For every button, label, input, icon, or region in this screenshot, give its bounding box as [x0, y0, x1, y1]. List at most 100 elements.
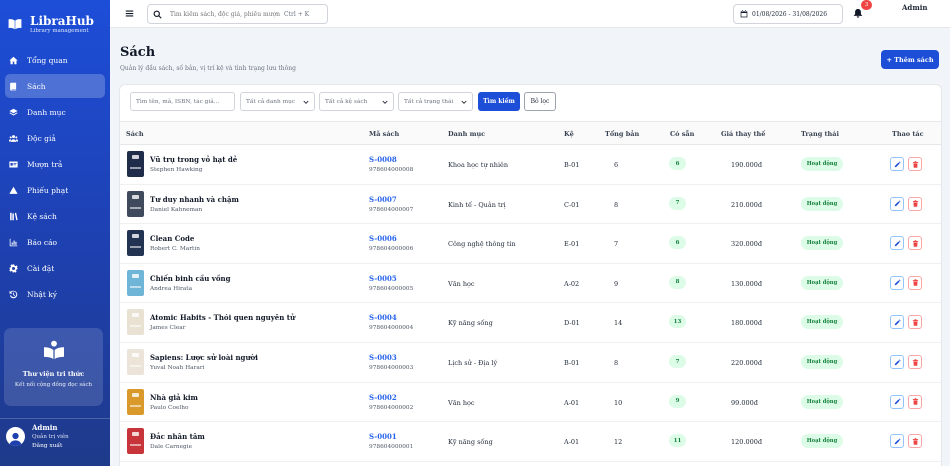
category-select[interactable]: Tất cả danh mục	[240, 92, 315, 111]
delete-button[interactable]	[908, 355, 922, 369]
delete-button[interactable]	[908, 275, 922, 290]
delete-button[interactable]	[908, 315, 922, 330]
page-subtitle: Quản lý đầu sách, số bản, vị trí kệ và t…	[120, 65, 296, 72]
edit-button[interactable]	[890, 236, 904, 251]
book-title[interactable]: Sapiens: Lược sử loài người	[150, 353, 258, 362]
trash-icon	[912, 358, 918, 366]
col-book[interactable]: Sách	[126, 130, 144, 138]
delete-button[interactable]	[908, 236, 922, 251]
book-code[interactable]: S-0006	[369, 234, 397, 243]
delete-button[interactable]	[908, 196, 922, 211]
book-total: 10	[614, 398, 623, 407]
global-search[interactable]: Ctrl + K	[147, 4, 328, 24]
edit-button[interactable]	[890, 394, 904, 409]
book-shelf: A-01	[564, 438, 580, 447]
table-row[interactable]: Tư duy nhanh và chậm Daniel Kahneman S-0…	[120, 185, 941, 225]
bell-icon[interactable]	[853, 8, 863, 18]
status-select[interactable]: Tất cả trạng thái	[398, 92, 473, 111]
sidebar-item-label: Tổng quan	[27, 55, 68, 65]
avatar[interactable]	[6, 426, 25, 446]
book-title[interactable]: Atomic Habits - Thói quen nguyên tử	[150, 313, 295, 322]
sidebar-item-categories[interactable]: Danh mục	[5, 100, 105, 124]
book-code[interactable]: S-0001	[369, 432, 397, 441]
book-title[interactable]: Vũ trụ trong vỏ hạt dẻ	[150, 155, 237, 164]
book-category: Kỹ năng sống	[448, 438, 493, 447]
edit-button[interactable]	[890, 275, 904, 290]
sidebar-item-books[interactable]: Sách	[5, 74, 105, 98]
logout-link[interactable]: Đăng xuất	[32, 443, 69, 449]
book-category: Văn học	[448, 279, 475, 288]
sidebar-item-fines[interactable]: Phiếu phạt	[5, 178, 105, 202]
book-title[interactable]: Chiến binh cầu vồng	[150, 274, 231, 283]
search-button[interactable]: Tìm kiếm	[478, 92, 520, 111]
book-code[interactable]: S-0002	[369, 393, 397, 402]
book-title[interactable]: Nhà giả kim	[150, 393, 198, 402]
sidebar-item-overview[interactable]: Tổng quan	[5, 48, 105, 72]
edit-button[interactable]	[890, 434, 904, 449]
col-available[interactable]: Có sẵn	[670, 130, 694, 138]
book-title[interactable]: Đắc nhân tâm	[150, 432, 205, 441]
add-book-button[interactable]: + Thêm sách	[881, 50, 939, 69]
brand-title: LibraHub	[30, 13, 94, 28]
promo-title: Thư viện tri thức	[22, 370, 85, 378]
col-status[interactable]: Trạng thái	[801, 130, 839, 138]
table-row[interactable]: Clean Code Robert C. Martin S-0006 97860…	[120, 224, 941, 264]
gear-icon	[9, 263, 18, 273]
notification-badge: 3	[861, 0, 872, 10]
date-range-picker[interactable]: 01/08/2026 - 31/08/2026	[733, 4, 843, 24]
book-title[interactable]: Tư duy nhanh và chậm	[150, 195, 239, 204]
edit-button[interactable]	[890, 157, 904, 171]
col-category[interactable]: Danh mục	[448, 130, 485, 138]
col-shelf[interactable]: Kệ	[564, 130, 574, 138]
delete-button[interactable]	[908, 434, 922, 449]
book-code[interactable]: S-0003	[369, 353, 397, 362]
available-badge: 6	[669, 236, 686, 250]
pencil-icon	[894, 160, 901, 167]
shelf-select[interactable]: Tất cả kệ sách	[319, 92, 394, 111]
col-total[interactable]: Tổng bản	[605, 130, 639, 138]
book-price: 99.000đ	[731, 398, 758, 407]
book-price: 180.000đ	[731, 319, 763, 328]
trash-icon	[912, 319, 918, 326]
book-shelf: A-01	[564, 398, 580, 407]
pencil-icon	[894, 358, 901, 365]
filter-search-input[interactable]: Tìm tên, mã, ISBN, tác giả...	[130, 92, 235, 111]
table-row[interactable]: Chiến binh cầu vồng Andrea Hirata S-0005…	[120, 264, 941, 304]
edit-button[interactable]	[890, 196, 904, 211]
delete-button[interactable]	[908, 157, 922, 171]
delete-button[interactable]	[908, 394, 922, 409]
sidebar-item-loans[interactable]: Mượn trả	[5, 152, 105, 176]
menu-icon[interactable]	[125, 9, 134, 18]
col-price[interactable]: Giá thay thế	[721, 130, 765, 138]
available-badge: 7	[669, 196, 686, 210]
book-author: Andrea Hirata	[150, 285, 193, 292]
book-price: 190.000đ	[731, 161, 763, 169]
table-row[interactable]: Nhà giả kim Paulo Coelho S-0002 97860400…	[120, 383, 941, 423]
book-code[interactable]: S-0008	[369, 155, 397, 164]
sidebar-item-settings[interactable]: Cài đặt	[5, 256, 105, 280]
sidebar-item-shelves[interactable]: Kệ sách	[5, 204, 105, 228]
topbar-user[interactable]: Admin	[902, 3, 927, 12]
table-header: Sách Mã sách Danh mục Kệ Tổng bản Có sẵn…	[120, 122, 941, 145]
clear-filters-button[interactable]: Bỏ lọc	[524, 92, 556, 111]
book-code[interactable]: S-0007	[369, 195, 397, 204]
brand[interactable]: LibraHub Library management	[0, 0, 110, 40]
book-code[interactable]: S-0004	[369, 313, 397, 322]
topbar: Ctrl + K 01/08/2026 - 31/08/2026 3 Admin	[110, 0, 950, 28]
book-title[interactable]: Clean Code	[150, 234, 194, 243]
table-row[interactable]: Sapiens: Lược sử loài người Yuval Noah H…	[120, 343, 941, 383]
available-badge: 7	[669, 355, 686, 368]
table-row[interactable]: Atomic Habits - Thói quen nguyên tử Jame…	[120, 303, 941, 343]
col-code[interactable]: Mã sách	[369, 130, 399, 138]
sidebar-item-readers[interactable]: Độc giả	[5, 126, 105, 150]
global-search-input[interactable]	[170, 10, 280, 18]
book-code[interactable]: S-0005	[369, 274, 397, 283]
edit-button[interactable]	[890, 355, 904, 369]
sidebar-item-logs[interactable]: Nhật ký	[5, 282, 105, 306]
book-cover	[127, 349, 144, 375]
sidebar-item-reports[interactable]: Báo cáo	[5, 230, 105, 254]
table-row[interactable]: Vũ trụ trong vỏ hạt dẻ Stephen Hawking S…	[120, 145, 941, 185]
filter-bar: Tìm tên, mã, ISBN, tác giả... Tất cả dan…	[120, 85, 941, 122]
edit-button[interactable]	[890, 315, 904, 330]
table-row[interactable]: Đắc nhân tâm Dale Carnegie S-0001 978604…	[120, 422, 941, 462]
